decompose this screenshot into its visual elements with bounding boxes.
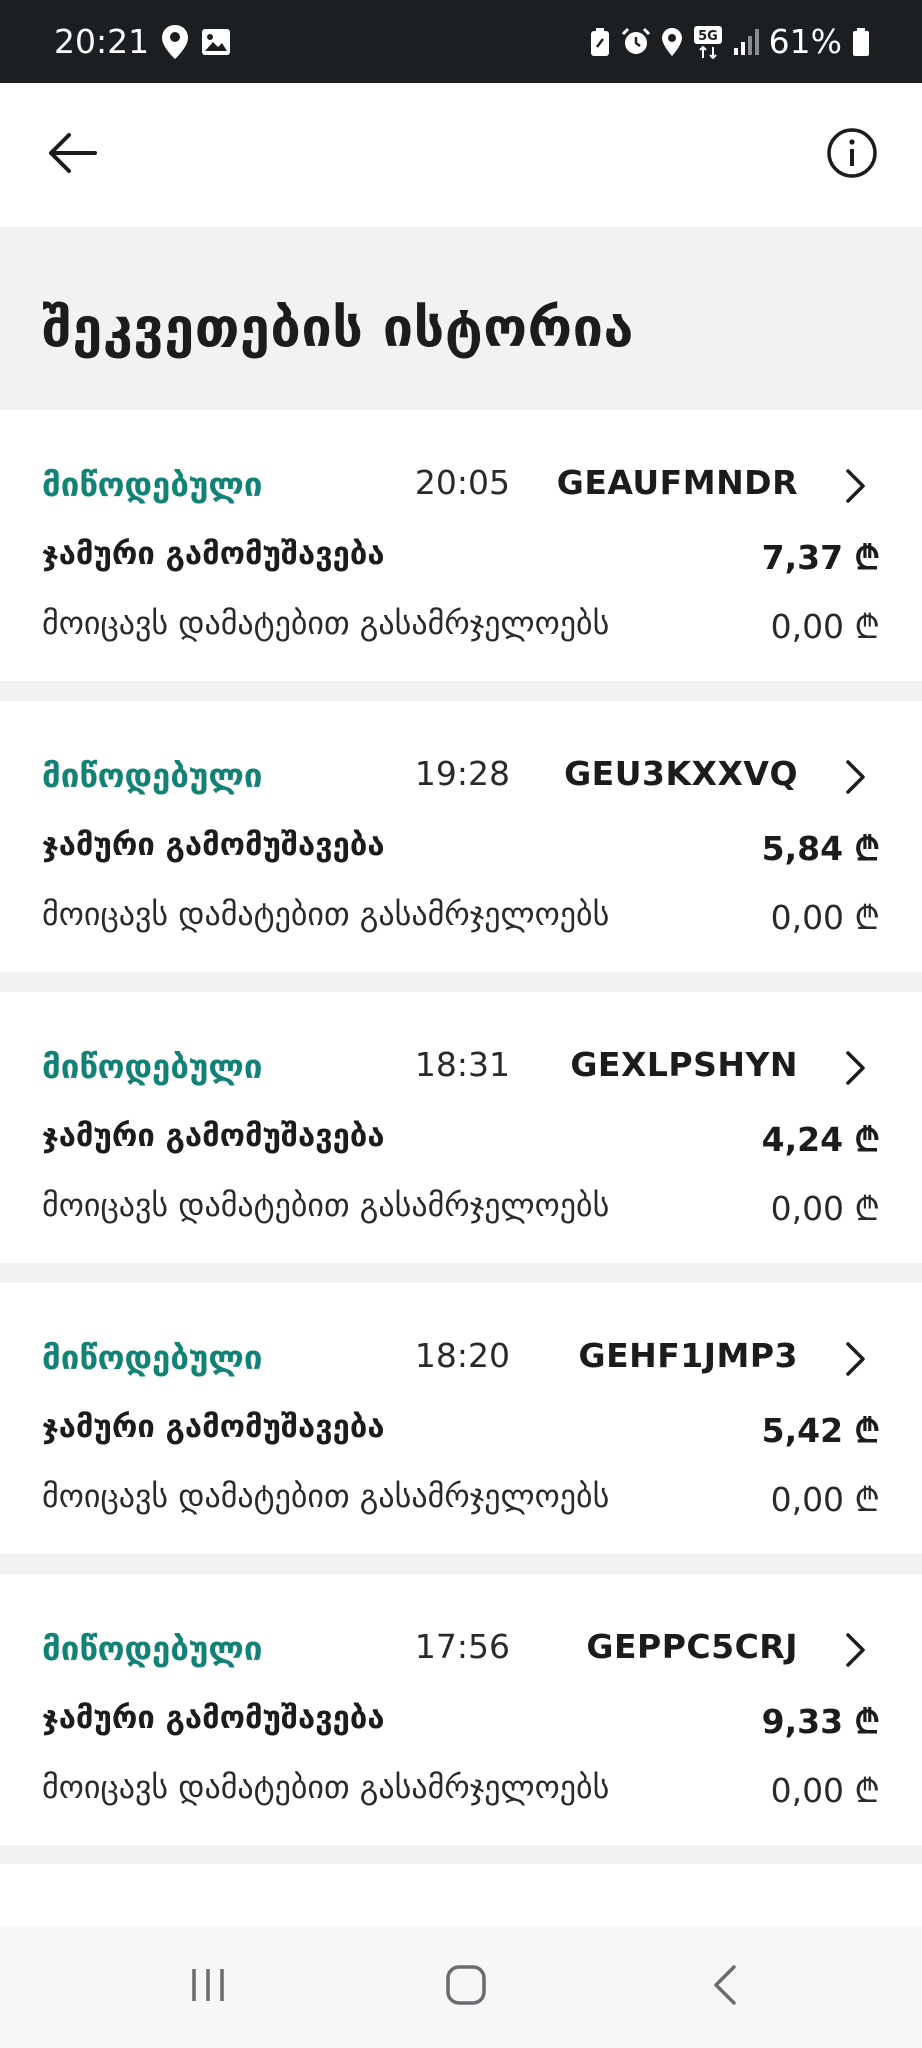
- order-time: 19:28: [414, 754, 510, 793]
- status-bar-left: 20:21: [54, 22, 231, 61]
- order-id: GEXLPSHYN: [570, 1045, 798, 1084]
- location-pin-icon: [161, 24, 189, 60]
- order-id: GEHF1JMP3: [578, 1336, 798, 1375]
- total-earnings-amount: 4,24 ₾: [761, 1120, 880, 1159]
- back-button[interactable]: [36, 119, 108, 191]
- battery-percent: 61%: [768, 22, 842, 61]
- total-earnings-label: ჯამური გამომუშავება: [42, 1409, 385, 1445]
- home-button[interactable]: [426, 1952, 506, 2022]
- extra-earnings-label: მოიცავს დამატებით გასამრჯელოებს: [42, 1186, 610, 1224]
- order-card[interactable]: მიწოდებული 18:20 GEHF1JMP3 ჯამური გამომუ…: [0, 1283, 922, 1554]
- extra-earnings-label: მოიცავს დამატებით გასამრჯელოებს: [42, 1477, 610, 1515]
- chevron-right-icon[interactable]: [838, 757, 874, 797]
- order-card[interactable]: მიწოდებული 17:56 GEPPC5CRJ ჯამური გამომუ…: [0, 1574, 922, 1845]
- image-icon: [201, 28, 231, 56]
- status-bar-right: 5G 61%: [589, 22, 870, 61]
- status-time: 20:21: [54, 22, 150, 61]
- order-status: მიწოდებული: [42, 756, 263, 795]
- order-status: მიწოდებული: [42, 1338, 263, 1377]
- total-earnings-amount: 5,42 ₾: [761, 1411, 880, 1450]
- total-earnings-amount: 7,37 ₾: [761, 538, 880, 577]
- recent-apps-icon: [188, 1965, 228, 2009]
- status-bar: 20:21 5G 61%: [0, 0, 922, 83]
- battery-icon: [852, 27, 870, 57]
- extra-earnings-amount: 0,00 ₾: [770, 898, 880, 937]
- chevron-right-icon[interactable]: [838, 1630, 874, 1670]
- order-card[interactable]: მიწოდებული 19:28 GEU3KXXVQ ჯამური გამომუ…: [0, 701, 922, 972]
- signal-icon: [733, 28, 759, 56]
- total-earnings-label: ჯამური გამომუშავება: [42, 536, 385, 572]
- order-card[interactable]: მიწოდებული 18:31 GEXLPSHYN ჯამური გამომუ…: [0, 992, 922, 1263]
- chevron-right-icon[interactable]: [838, 1339, 874, 1379]
- back-arrow-icon: [47, 133, 97, 177]
- total-earnings-amount: 9,33 ₾: [761, 1702, 880, 1741]
- extra-earnings-amount: 0,00 ₾: [770, 1189, 880, 1228]
- order-card[interactable]: მიწოდებული 20:05 GEAUFMNDR ჯამური გამომუ…: [0, 410, 922, 681]
- list-end-area: [0, 1864, 922, 1926]
- order-status: მიწოდებული: [42, 465, 263, 504]
- order-time: 18:31: [414, 1045, 510, 1084]
- order-status: მიწოდებული: [42, 1047, 263, 1086]
- order-time: 18:20: [414, 1336, 510, 1375]
- chevron-right-icon[interactable]: [838, 1048, 874, 1088]
- order-time: 20:05: [414, 463, 510, 502]
- chevron-right-icon[interactable]: [838, 466, 874, 506]
- extra-earnings-label: მოიცავს დამატებით გასამრჯელოებს: [42, 1768, 610, 1806]
- info-icon: [826, 127, 878, 183]
- total-earnings-label: ჯამური გამომუშავება: [42, 1118, 385, 1154]
- info-button[interactable]: [816, 119, 888, 191]
- location-icon: [661, 27, 683, 57]
- recent-apps-button[interactable]: [168, 1952, 248, 2022]
- order-status: მიწოდებული: [42, 1629, 263, 1668]
- order-id: GEAUFMNDR: [556, 463, 798, 502]
- title-band: შეკვეთების ისტორია: [0, 227, 922, 410]
- order-id: GEU3KXXVQ: [564, 754, 798, 793]
- back-icon: [710, 1963, 740, 2011]
- total-earnings-amount: 5,84 ₾: [761, 829, 880, 868]
- home-icon: [444, 1963, 488, 2011]
- network-label: 5G: [698, 29, 718, 44]
- extra-earnings-amount: 0,00 ₾: [770, 1771, 880, 1810]
- battery-saver-icon: [589, 27, 611, 57]
- order-id: GEPPC5CRJ: [586, 1627, 798, 1666]
- extra-earnings-label: მოიცავს დამატებით გასამრჯელოებს: [42, 604, 610, 642]
- extra-earnings-label: მოიცავს დამატებით გასამრჯელოებს: [42, 895, 610, 933]
- total-earnings-label: ჯამური გამომუშავება: [42, 1700, 385, 1736]
- order-time: 17:56: [414, 1627, 510, 1666]
- system-nav-bar: [0, 1926, 922, 2048]
- extra-earnings-amount: 0,00 ₾: [770, 1480, 880, 1519]
- 5g-icon: 5G: [693, 25, 723, 59]
- alarm-icon: [621, 27, 651, 57]
- system-back-button[interactable]: [685, 1952, 765, 2022]
- page-title: შეკვეთების ისტორია: [42, 296, 634, 359]
- total-earnings-label: ჯამური გამომუშავება: [42, 827, 385, 863]
- extra-earnings-amount: 0,00 ₾: [770, 607, 880, 646]
- app-header: [0, 83, 922, 227]
